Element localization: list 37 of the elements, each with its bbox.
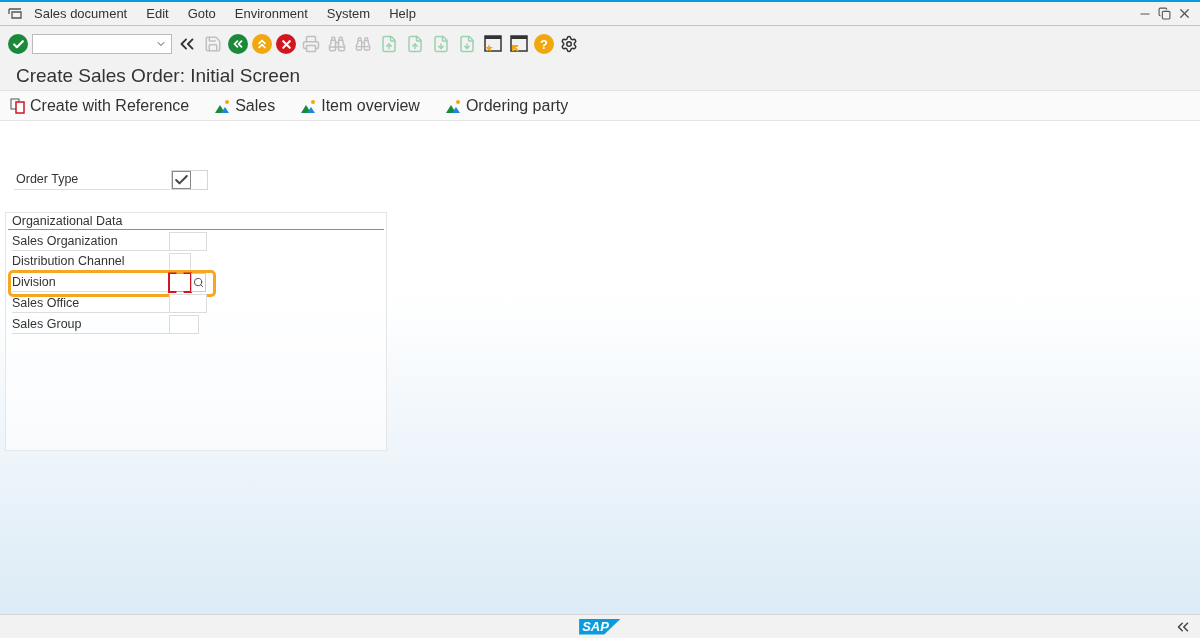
menu-item[interactable]: Help bbox=[389, 3, 416, 24]
check-icon bbox=[11, 37, 25, 51]
back-button[interactable] bbox=[228, 34, 248, 54]
copy-document-icon bbox=[10, 97, 26, 114]
toolbar-button[interactable]: Create with Reference bbox=[10, 93, 190, 118]
toolbar-button[interactable]: Sales bbox=[215, 93, 276, 118]
mountain-icon bbox=[215, 97, 232, 114]
field-label: Order Type bbox=[14, 169, 170, 190]
menu-item[interactable]: Edit bbox=[146, 3, 169, 24]
close-icon[interactable] bbox=[1177, 6, 1192, 21]
close-icon bbox=[279, 37, 293, 51]
toolbar-button[interactable]: Item overview bbox=[301, 93, 420, 118]
double-chevron-up-icon bbox=[255, 37, 269, 51]
screen-title: Create Sales Order: Initial Screen bbox=[16, 63, 301, 88]
field-label: Division bbox=[12, 273, 169, 293]
mountain-icon bbox=[301, 97, 318, 114]
command-field[interactable] bbox=[32, 34, 172, 54]
order-type-field[interactable] bbox=[171, 169, 208, 190]
search-icon bbox=[193, 277, 204, 289]
input-field[interactable] bbox=[169, 273, 191, 293]
menu-item[interactable]: System bbox=[326, 3, 371, 24]
required-check-icon bbox=[172, 170, 191, 189]
menu-item[interactable]: Goto bbox=[187, 3, 216, 24]
mountain-icon bbox=[445, 97, 462, 114]
enter-button[interactable] bbox=[8, 34, 28, 54]
search-help-button[interactable] bbox=[191, 273, 206, 293]
cancel-button[interactable] bbox=[276, 34, 296, 54]
menu-icon[interactable] bbox=[8, 7, 22, 20]
double-chevron-left-icon bbox=[231, 37, 245, 51]
menu-item[interactable]: Environment bbox=[234, 3, 308, 24]
toolbar-button[interactable]: Ordering party bbox=[445, 93, 569, 118]
new-window-button[interactable] bbox=[482, 33, 504, 55]
menu-item[interactable]: Sales document bbox=[34, 3, 128, 24]
shortcut-button[interactable] bbox=[508, 33, 530, 55]
sap-logo: SAP bbox=[579, 618, 621, 635]
group-title: Organizational Data bbox=[11, 212, 123, 230]
restore-icon[interactable] bbox=[1158, 7, 1171, 20]
